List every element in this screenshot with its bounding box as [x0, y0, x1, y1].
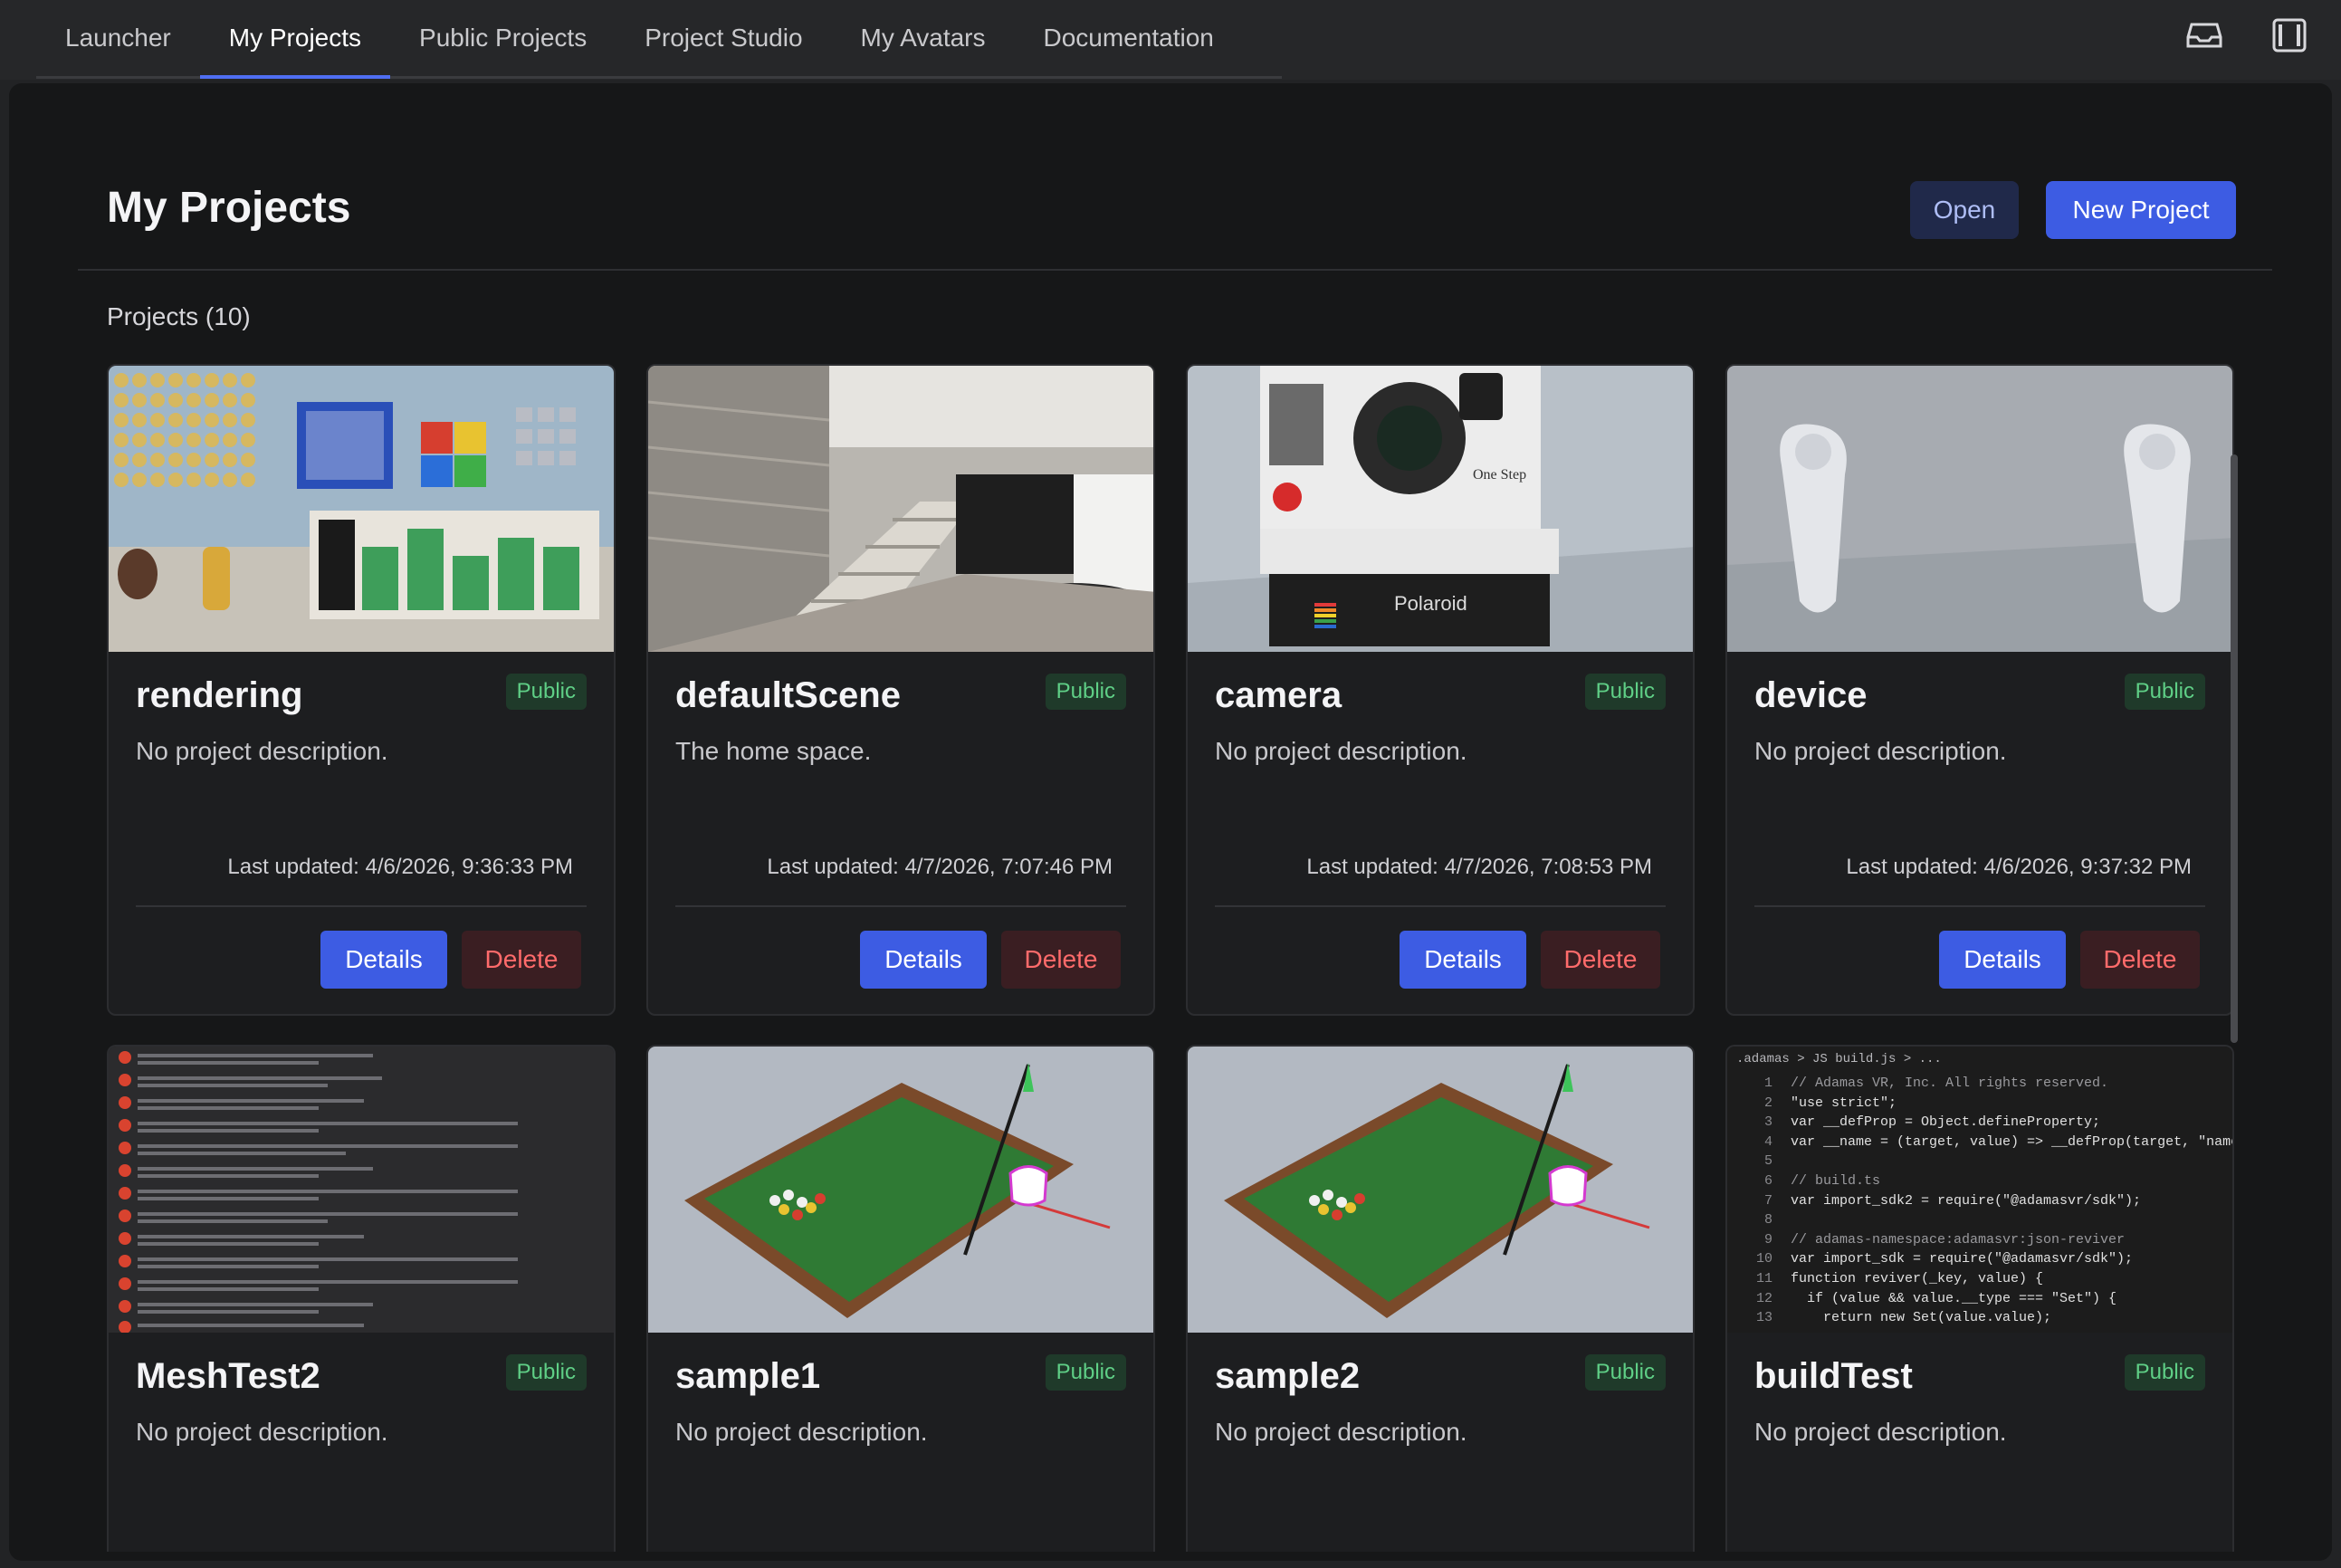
code-line: var __defProp = Object.defineProperty; — [1791, 1114, 2101, 1131]
tab-bar: Launcher My Projects Public Projects Pro… — [36, 0, 1282, 79]
inbox-icon[interactable] — [2185, 16, 2223, 54]
project-title: defaultScene — [675, 675, 901, 715]
project-description: No project description. — [136, 1418, 388, 1446]
card-divider — [136, 905, 587, 907]
code-line: var import_sdk = require("@adamasvr/sdk"… — [1791, 1251, 2134, 1267]
project-thumbnail[interactable] — [1727, 366, 2232, 652]
card-divider — [1754, 905, 2205, 907]
open-button[interactable]: Open — [1910, 181, 2019, 239]
project-thumbnail[interactable]: .adamas > JS build.js > ... 1 2 3 4 5 6 7 8 9 10 1… — [1727, 1047, 2234, 1333]
project-card-device: device Public No project description. La… — [1725, 364, 2234, 1016]
public-badge: Public — [505, 1354, 587, 1391]
last-updated: Last updated: 4/6/2026, 9:37:32 PM — [1846, 855, 2192, 879]
public-badge: Public — [505, 674, 587, 710]
tab-documentation[interactable]: Documentation — [1015, 0, 1243, 76]
project-description: The home space. — [675, 737, 872, 765]
code-line: // Adamas VR, Inc. All rights reserved. — [1791, 1076, 2109, 1091]
scrollbar[interactable] — [2231, 454, 2238, 1043]
project-title: rendering — [136, 675, 303, 715]
code-breadcrumb: .adamas > JS build.js > ... — [1736, 1052, 1942, 1066]
code-line: // build.ts — [1791, 1172, 1881, 1189]
details-button[interactable]: Details — [860, 931, 987, 989]
project-card-rendering: rendering Public No project description.… — [107, 364, 616, 1016]
project-card-sample1: sample1 Public No project description. — [646, 1045, 1155, 1552]
polaroid-label: Polaroid — [1394, 592, 1467, 615]
main-panel: My Projects Open New Project Projects (1… — [9, 83, 2332, 1561]
project-description: No project description. — [1215, 1418, 1467, 1446]
last-updated: Last updated: 4/7/2026, 7:08:53 PM — [1306, 855, 1652, 879]
window-toggle-icon[interactable] — [2270, 16, 2308, 54]
project-title: device — [1754, 675, 1868, 715]
project-description: No project description. — [675, 1418, 928, 1446]
top-navigation: Launcher My Projects Public Projects Pro… — [0, 0, 2341, 80]
card-divider — [675, 905, 1126, 907]
tab-my-projects[interactable]: My Projects — [199, 0, 391, 79]
public-badge: Public — [1045, 1354, 1126, 1391]
delete-button[interactable]: Delete — [462, 931, 581, 989]
project-thumbnail[interactable]: Polaroid One Step — [1188, 366, 1693, 652]
project-card-sample2: sample2 Public No project description. — [1186, 1045, 1695, 1552]
project-thumbnail[interactable] — [1188, 1047, 1693, 1333]
project-title: camera — [1215, 675, 1342, 715]
code-line: function reviver(_key, value) { — [1791, 1270, 2044, 1286]
card-divider — [1215, 905, 1666, 907]
tab-launcher[interactable]: Launcher — [36, 0, 200, 76]
delete-button[interactable]: Delete — [1541, 931, 1660, 989]
project-description: No project description. — [1754, 1418, 2007, 1446]
project-title: MeshTest2 — [136, 1356, 320, 1396]
public-badge: Public — [2124, 674, 2205, 710]
project-thumbnail[interactable] — [648, 1047, 1153, 1333]
delete-button[interactable]: Delete — [1001, 931, 1121, 989]
header-divider — [78, 269, 2272, 271]
page-title: My Projects — [107, 184, 351, 232]
project-title: buildTest — [1754, 1356, 1913, 1396]
projects-count: Projects (10) — [107, 302, 251, 330]
project-title: sample2 — [1215, 1356, 1361, 1396]
code-line: "use strict"; — [1791, 1095, 1897, 1111]
code-line: if (value && value.__type === "Set") { — [1791, 1290, 2117, 1306]
project-card-meshtest2: MeshTest2 Public No project description. — [107, 1045, 616, 1552]
code-line: var __name = (target, value) => __defPro… — [1791, 1133, 2234, 1150]
code-line: // adamas-namespace:adamasvr:json-revive… — [1791, 1231, 2126, 1248]
code-line: return new Set(value.value); — [1791, 1310, 2052, 1326]
public-badge: Public — [1584, 674, 1666, 710]
project-thumbnail[interactable] — [109, 366, 614, 652]
tab-public-projects[interactable]: Public Projects — [390, 0, 616, 76]
details-button[interactable]: Details — [1939, 931, 2066, 989]
public-badge: Public — [2124, 1354, 2205, 1391]
project-title: sample1 — [675, 1356, 821, 1396]
details-button[interactable]: Details — [1400, 931, 1526, 989]
line-numbers: 1 2 3 4 5 6 7 8 9 10 11 12 13 — [1755, 1076, 1772, 1326]
project-thumbnail[interactable] — [109, 1047, 614, 1333]
project-card-camera: Polaroid One Step camera Public No proje… — [1186, 364, 1695, 1016]
public-badge: Public — [1584, 1354, 1666, 1391]
project-thumbnail[interactable] — [648, 366, 1153, 652]
last-updated: Last updated: 4/7/2026, 7:07:46 PM — [767, 855, 1113, 879]
project-description: No project description. — [1215, 737, 1467, 765]
project-description: No project description. — [1754, 737, 2007, 765]
code-line: var import_sdk2 = require("@adamasvr/sdk… — [1791, 1192, 2142, 1209]
tab-project-studio[interactable]: Project Studio — [616, 0, 831, 76]
public-badge: Public — [1045, 674, 1126, 710]
code-editor: // Adamas VR, Inc. All rights reserved. … — [1791, 1074, 2234, 1328]
project-card-buildtest: .adamas > JS build.js > ... 1 2 3 4 5 6 7 8 9 10 1… — [1725, 1045, 2234, 1552]
tab-my-avatars[interactable]: My Avatars — [832, 0, 1015, 76]
details-button[interactable]: Details — [320, 931, 447, 989]
delete-button[interactable]: Delete — [2080, 931, 2200, 989]
new-project-button[interactable]: New Project — [2046, 181, 2236, 239]
last-updated: Last updated: 4/6/2026, 9:36:33 PM — [227, 855, 573, 879]
one-step-label: One Step — [1473, 467, 1526, 483]
project-description: No project description. — [136, 737, 388, 765]
project-card-defaultscene: defaultScene Public The home space. Last… — [646, 364, 1155, 1016]
